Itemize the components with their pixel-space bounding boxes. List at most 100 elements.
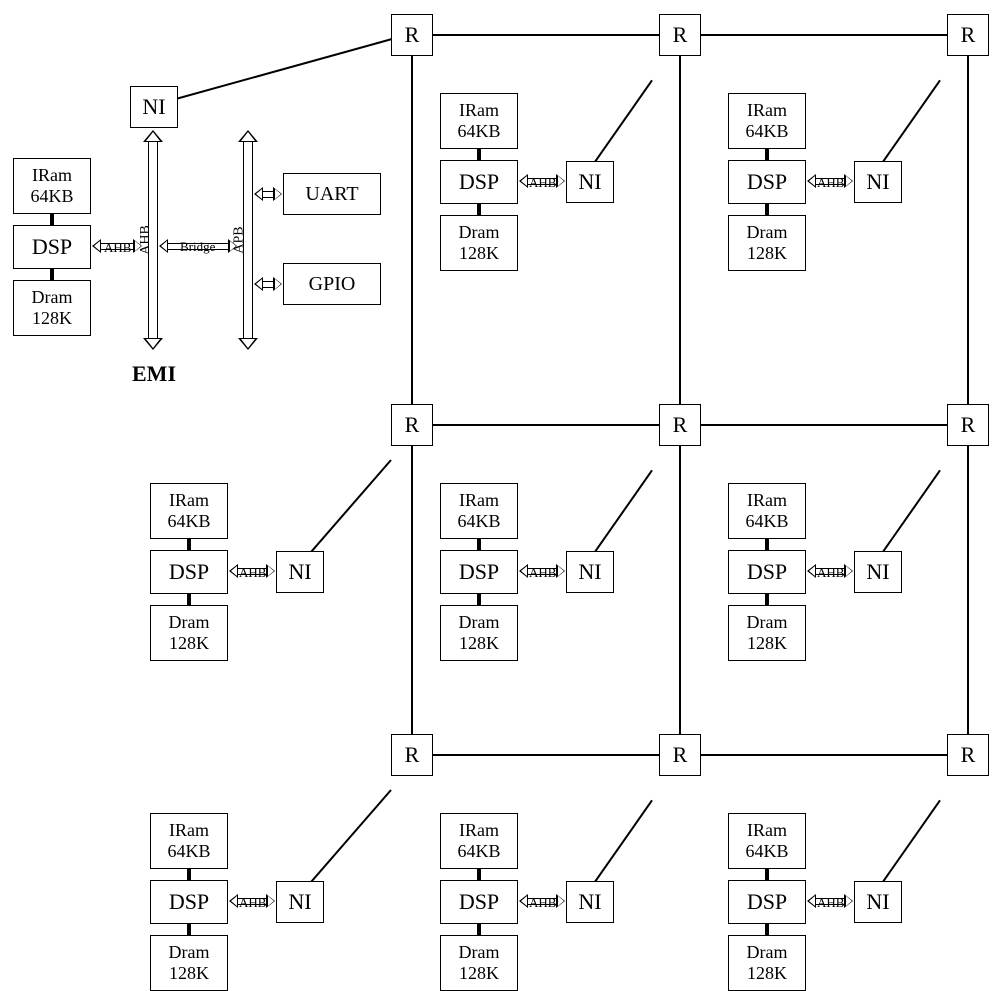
dram-r0c0: Dram128K (13, 280, 91, 336)
iram-r2c0: IRam64KB (150, 813, 228, 869)
router-r0c1: R (659, 14, 701, 56)
dram-r1c2: Dram128K (728, 605, 806, 661)
router-r2c1: R (659, 734, 701, 776)
router-r1c1: R (659, 404, 701, 446)
dsp-r1c1: DSP (440, 550, 518, 594)
iram-r1c2: IRam64KB (728, 483, 806, 539)
router-r1c0: R (391, 404, 433, 446)
mesh-h-row2-c12 (700, 754, 947, 756)
iram-dsp-conn-r2c0 (187, 869, 191, 880)
uart-box: UART (283, 173, 381, 215)
router-r0c0: R (391, 14, 433, 56)
ahb-label-r2c0: AHB (239, 895, 266, 911)
router-r2c2: R (947, 734, 989, 776)
ni-r0c2: NI (854, 161, 902, 203)
iram-r1c1: IRam64KB (440, 483, 518, 539)
ni-r2c2: NI (854, 881, 902, 923)
gpio-arrow (254, 277, 282, 291)
ahb-label-r2c2: AHB (817, 895, 844, 911)
dram-r1c1: Dram128K (440, 605, 518, 661)
mesh-h-row2-c01 (432, 754, 659, 756)
mesh-v-c2-r12 (967, 445, 969, 735)
iram-l2: 64KB (30, 186, 73, 206)
mesh-v-c0-r12 (411, 445, 413, 735)
dram-r0c1: Dram128K (440, 215, 518, 271)
ahb-label-r0c0: AHB (104, 240, 131, 256)
iram-dsp-conn-r1c1 (477, 539, 481, 550)
noc-diagram: R R R R R R R R R NI AHB APB IRam64KB DS… (0, 0, 1000, 989)
dsp-r1c2: DSP (728, 550, 806, 594)
iram-dsp-conn-r0c1 (477, 149, 481, 160)
ahb-label-r0c2: AHB (817, 175, 844, 191)
gpio-box: GPIO (283, 263, 381, 305)
mesh-v-c2-r01 (967, 55, 969, 405)
mesh-h-row0-c12 (700, 34, 947, 36)
dsp-dram-conn-r2c2 (765, 924, 769, 935)
ni-r1c2: NI (854, 551, 902, 593)
mesh-h-row1-c01 (432, 424, 659, 426)
diag-r11-ni (586, 470, 652, 563)
diag-r22-ni (874, 800, 940, 893)
ahb-label-r1c2: AHB (817, 565, 844, 581)
dsp-r0c0: DSP (13, 225, 91, 269)
router-r1c2: R (947, 404, 989, 446)
diag-r02-ni (874, 80, 940, 173)
dsp-r0c1: DSP (440, 160, 518, 204)
diag-r21-ni (586, 800, 652, 893)
ni-r1c1: NI (566, 551, 614, 593)
iram-dsp-conn-r1c0 (187, 539, 191, 550)
dsp-r1c0: DSP (150, 550, 228, 594)
dsp-dram-conn-r1c2 (765, 594, 769, 605)
dram-r0c2: Dram128K (728, 215, 806, 271)
emi-label: EMI (132, 361, 176, 387)
iram-dsp-conn-r1c2 (765, 539, 769, 550)
iram-r0c0: IRam64KB (13, 158, 91, 214)
iram-dsp-conn-r0c0 (50, 214, 54, 225)
mesh-h-row1-c12 (700, 424, 947, 426)
dsp-dram-conn-r2c0 (187, 924, 191, 935)
dsp-dram-conn-r1c0 (187, 594, 191, 605)
diag-r00-ni (154, 35, 405, 106)
ni-r1c0: NI (276, 551, 324, 593)
dsp-r2c0: DSP (150, 880, 228, 924)
dram-r2c1: Dram128K (440, 935, 518, 991)
ni-r2c1: NI (566, 881, 614, 923)
ahb-label-r1c0: AHB (239, 565, 266, 581)
ni-r0c0: NI (130, 86, 178, 128)
dsp-dram-conn-r2c1 (477, 924, 481, 935)
dram-l2: 128K (32, 308, 72, 328)
dsp-dram-conn-r0c2 (765, 204, 769, 215)
dram-l1: Dram (32, 287, 73, 307)
ni-r0c1: NI (566, 161, 614, 203)
ahb-label-r0c1: AHB (529, 175, 556, 191)
dsp-dram-conn-r0c1 (477, 204, 481, 215)
dram-r2c0: Dram128K (150, 935, 228, 991)
mesh-v-c0-r01 (411, 55, 413, 405)
iram-dsp-conn-r2c2 (765, 869, 769, 880)
diag-r01-ni (586, 80, 652, 173)
bridge-label: Bridge (180, 239, 215, 255)
ni-r2c0: NI (276, 881, 324, 923)
mesh-v-c1-r12 (679, 445, 681, 735)
dsp-dram-conn-r1c1 (477, 594, 481, 605)
ahb-label-r2c1: AHB (529, 895, 556, 911)
iram-r2c2: IRam64KB (728, 813, 806, 869)
router-r0c2: R (947, 14, 989, 56)
dsp-r0c2: DSP (728, 160, 806, 204)
router-r2c0: R (391, 734, 433, 776)
iram-dsp-conn-r0c2 (765, 149, 769, 160)
mesh-h-row0-c01 (432, 34, 659, 36)
iram-r1c0: IRam64KB (150, 483, 228, 539)
ahb-label-r1c1: AHB (529, 565, 556, 581)
iram-r0c1: IRam64KB (440, 93, 518, 149)
uart-arrow (254, 187, 282, 201)
dsp-dram-conn-r0c0 (50, 269, 54, 280)
iram-r0c2: IRam64KB (728, 93, 806, 149)
dram-r2c2: Dram128K (728, 935, 806, 991)
iram-dsp-conn-r2c1 (477, 869, 481, 880)
dsp-r2c2: DSP (728, 880, 806, 924)
mesh-v-c1-r01 (679, 55, 681, 405)
diag-r12-ni (874, 470, 940, 563)
dsp-r2c1: DSP (440, 880, 518, 924)
iram-l1: IRam (32, 165, 72, 185)
